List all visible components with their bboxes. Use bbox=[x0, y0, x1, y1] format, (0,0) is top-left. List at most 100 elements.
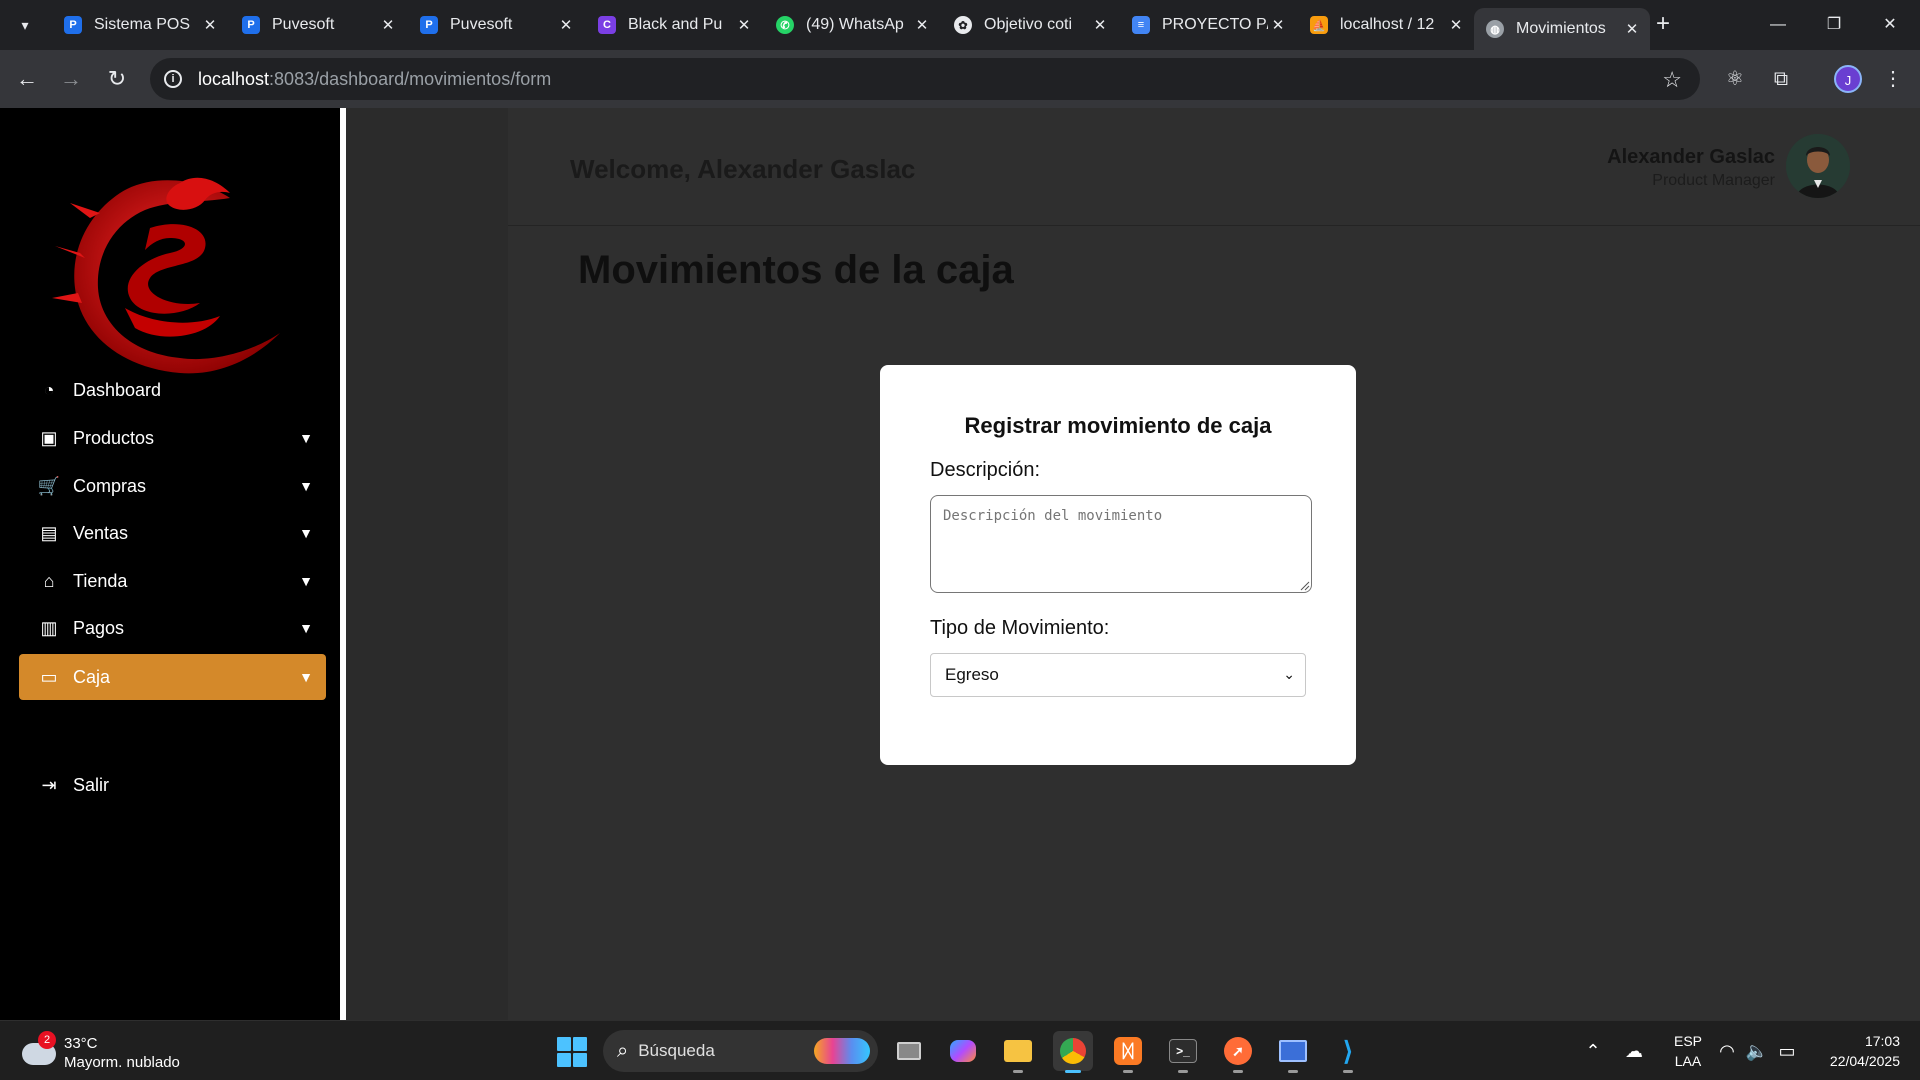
close-icon[interactable]: ✕ bbox=[378, 16, 398, 34]
caret-down-icon: ▼ bbox=[299, 525, 313, 541]
dragon-logo bbox=[52, 177, 280, 374]
wifi-icon[interactable]: ◠ bbox=[1715, 1039, 1739, 1063]
phpmyadmin-icon: ⛵ bbox=[1310, 16, 1328, 34]
site-info-icon[interactable]: i bbox=[164, 70, 182, 88]
puvesoft-icon: P bbox=[242, 16, 260, 34]
close-icon[interactable]: ✕ bbox=[1446, 16, 1466, 34]
money-icon: ▥ bbox=[40, 617, 58, 638]
chrome-icon[interactable] bbox=[1053, 1031, 1093, 1073]
sidebar-item-pagos[interactable]: ▥ Pagos ▼ bbox=[19, 605, 326, 651]
clock[interactable]: 17:03 22/04/2025 bbox=[1810, 1021, 1900, 1080]
browser-tab[interactable]: ✆ (49) WhatsAp ✕ bbox=[764, 8, 940, 42]
tab-title: Puvesoft bbox=[450, 16, 513, 33]
movement-type-value: Egreso bbox=[945, 665, 999, 684]
close-icon[interactable]: ✕ bbox=[734, 16, 754, 34]
battery-icon[interactable]: ▭ bbox=[1775, 1039, 1799, 1063]
movement-form-card: Registrar movimiento de caja Descripción… bbox=[880, 365, 1356, 765]
reload-button[interactable]: ↻ bbox=[102, 64, 132, 94]
user-role: Product Manager bbox=[1652, 172, 1775, 189]
resize-grip-icon[interactable] bbox=[1300, 581, 1310, 591]
sidebar-item-ventas[interactable]: ▤ Ventas ▼ bbox=[19, 510, 326, 556]
restore-button[interactable]: ❐ bbox=[1806, 0, 1862, 50]
page-title: Movimientos de la caja bbox=[578, 248, 1014, 292]
browser-tab-active[interactable]: ◍ Movimientos ✕ bbox=[1474, 8, 1650, 50]
xampp-icon[interactable]: ᛞ bbox=[1108, 1031, 1148, 1073]
keyboard-layout: LAA bbox=[1674, 1053, 1702, 1069]
temperature: 33°C bbox=[64, 1035, 98, 1052]
sidebar-item-productos[interactable]: ▣ Productos ▼ bbox=[19, 415, 326, 461]
task-view-icon[interactable] bbox=[889, 1031, 929, 1071]
docs-icon: ≡ bbox=[1132, 16, 1150, 34]
sidebar-item-caja[interactable]: ▭ Caja ▼ bbox=[19, 654, 326, 700]
browser-toolbar: ← → ↻ i localhost:8083/dashboard/movimie… bbox=[0, 50, 1920, 108]
close-icon[interactable]: ✕ bbox=[1268, 16, 1288, 34]
bookmark-star-icon[interactable]: ☆ bbox=[1662, 67, 1682, 93]
tab-title: Sistema POS bbox=[94, 16, 191, 33]
file-explorer-icon[interactable] bbox=[998, 1031, 1038, 1073]
language-indicator[interactable]: ESP LAA bbox=[1668, 1021, 1708, 1080]
close-window-button[interactable]: ✕ bbox=[1862, 0, 1918, 50]
browser-tab[interactable]: P Puvesoft ✕ bbox=[230, 8, 406, 42]
logout-button[interactable]: ⇥ Salir bbox=[19, 762, 326, 808]
logout-icon: ⇥ bbox=[41, 774, 57, 795]
weather-condition: Mayorm. nublado bbox=[64, 1054, 180, 1071]
browser-tab[interactable]: P Sistema POS ✕ bbox=[52, 8, 228, 42]
caret-down-icon: ▼ bbox=[299, 573, 313, 589]
close-icon[interactable]: ✕ bbox=[200, 16, 220, 34]
browser-tab[interactable]: ⛵ localhost / 12 ✕ bbox=[1298, 8, 1474, 42]
extensions-icon[interactable]: ⧉ bbox=[1766, 64, 1796, 94]
sidebar-item-label: Productos bbox=[73, 427, 155, 448]
browser-tab[interactable]: ✿ Objetivo coti ✕ bbox=[942, 8, 1118, 42]
description-textarea[interactable] bbox=[930, 495, 1312, 593]
sidebar-item-dashboard[interactable]: ◔ Dashboard bbox=[19, 367, 326, 413]
new-tab-button[interactable]: + bbox=[1650, 11, 1676, 37]
tab-title: localhost / 12 bbox=[1340, 16, 1435, 33]
profile-avatar[interactable]: J bbox=[1834, 65, 1862, 93]
openai-icon: ✿ bbox=[954, 16, 972, 34]
clock-time: 17:03 bbox=[1864, 1033, 1900, 1049]
cart-icon: 🛒 bbox=[37, 475, 61, 496]
close-icon[interactable]: ✕ bbox=[556, 16, 576, 34]
globe-icon: ◍ bbox=[1486, 20, 1504, 38]
avatar[interactable] bbox=[1786, 134, 1850, 198]
copilot-icon[interactable] bbox=[943, 1031, 983, 1071]
caret-down-icon: ▼ bbox=[299, 478, 313, 494]
onedrive-error-icon[interactable]: ☁ bbox=[1622, 1039, 1646, 1063]
vscode-icon[interactable]: ⟩ bbox=[1328, 1031, 1368, 1073]
notification-badge: 2 bbox=[38, 1031, 56, 1049]
volume-icon[interactable]: 🔈 bbox=[1745, 1039, 1769, 1063]
chevron-up-icon[interactable]: ⌃ bbox=[1581, 1039, 1605, 1063]
tab-title: Black and Pu bbox=[628, 16, 723, 33]
terminal-icon[interactable]: >_ bbox=[1163, 1031, 1203, 1073]
form-title: Registrar movimiento de caja bbox=[964, 413, 1272, 438]
browser-tab[interactable]: ≡ PROYECTO P/ ✕ bbox=[1120, 8, 1296, 42]
tab-search-button[interactable]: ▾ bbox=[12, 12, 38, 38]
browser-tab[interactable]: P Puvesoft ✕ bbox=[408, 8, 584, 42]
react-devtools-icon[interactable]: ⚛ bbox=[1720, 64, 1750, 94]
close-icon[interactable]: ✕ bbox=[1090, 16, 1110, 34]
browser-menu-icon[interactable]: ⋮ bbox=[1878, 64, 1908, 94]
forward-button[interactable]: → bbox=[56, 64, 86, 94]
back-button[interactable]: ← bbox=[12, 64, 42, 94]
search-highlight-image bbox=[814, 1038, 870, 1064]
welcome-text: Welcome, Alexander Gaslac bbox=[570, 154, 916, 184]
sidebar-item-label: Caja bbox=[73, 666, 111, 687]
windows-start-icon[interactable] bbox=[557, 1037, 587, 1067]
remote-desktop-icon[interactable] bbox=[1273, 1031, 1313, 1073]
search-placeholder: Búsqueda bbox=[638, 1041, 715, 1060]
tab-title: Objetivo coti bbox=[984, 16, 1073, 33]
sidebar-item-tienda[interactable]: ⌂ Tienda ▼ bbox=[19, 558, 326, 604]
postman-icon[interactable]: ➚ bbox=[1218, 1031, 1258, 1073]
movement-type-select[interactable]: Egreso ⌄ bbox=[930, 653, 1306, 697]
language-code: ESP bbox=[1673, 1033, 1702, 1049]
minimize-button[interactable]: — bbox=[1750, 0, 1806, 50]
sidebar: ◔ Dashboard ▣ Productos ▼ 🛒 Compras ▼ ▤ … bbox=[0, 108, 346, 1020]
close-icon[interactable]: ✕ bbox=[1622, 20, 1642, 38]
sidebar-item-compras[interactable]: 🛒 Compras ▼ bbox=[19, 463, 326, 509]
close-icon[interactable]: ✕ bbox=[912, 16, 932, 34]
movement-type-label: Tipo de Movimiento: bbox=[930, 617, 1110, 639]
taskbar-search[interactable]: ⌕ Búsqueda bbox=[603, 1030, 878, 1072]
address-bar[interactable]: i localhost:8083/dashboard/movimientos/f… bbox=[150, 58, 1700, 100]
browser-tab[interactable]: C Black and Pu ✕ bbox=[586, 8, 762, 42]
weather-widget[interactable]: 2 33°C Mayorm. nublado bbox=[22, 1031, 222, 1073]
